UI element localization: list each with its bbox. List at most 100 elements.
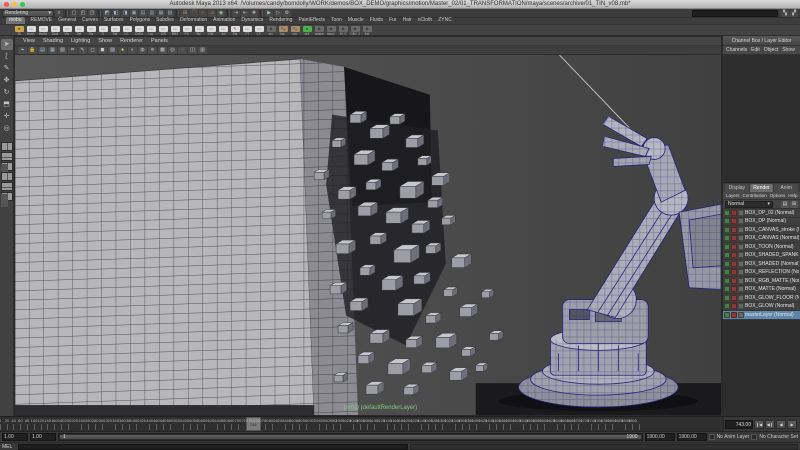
- select-by-object-icon[interactable]: ◧: [112, 10, 120, 17]
- select-tool[interactable]: ➤: [1, 39, 13, 50]
- render-current-frame-icon[interactable]: ▶: [265, 10, 273, 17]
- channel-box-menu-channels[interactable]: Channels: [726, 47, 747, 53]
- command-input[interactable]: [18, 444, 408, 450]
- shelf-tab-remove[interactable]: REMOVE: [31, 17, 53, 24]
- shelf-button-crv[interactable]: ◆crv: [266, 26, 276, 36]
- animation-end-field[interactable]: 1900.00: [677, 433, 707, 441]
- snap-to-grid-icon[interactable]: ⊞: [181, 10, 189, 17]
- paint-select-tool[interactable]: ✎: [1, 63, 13, 74]
- layer-visibility-toggle[interactable]: [731, 295, 737, 301]
- blend-mode-dropdown[interactable]: Normal ▾: [725, 201, 773, 208]
- shelf-tab-hair[interactable]: Hair: [403, 17, 412, 24]
- layer-renderable-toggle[interactable]: [724, 218, 730, 224]
- grease-pencil-icon[interactable]: ✎: [78, 47, 87, 54]
- show-ui-elements-icon[interactable]: ≡: [55, 10, 63, 17]
- layer-visibility-toggle[interactable]: [731, 261, 737, 267]
- layer-renderable-toggle[interactable]: [724, 227, 730, 233]
- layer-swatch[interactable]: [738, 295, 744, 301]
- universal-manipulator-tool[interactable]: ✛: [1, 111, 13, 122]
- new-render-layer-icon[interactable]: ⊞: [790, 201, 798, 208]
- character-set-label[interactable]: No Character Set: [759, 434, 798, 440]
- smooth-shade-icon[interactable]: ◼: [98, 47, 107, 54]
- playback-start-field[interactable]: 1.00: [30, 433, 56, 441]
- character-set-toggle[interactable]: [751, 434, 757, 440]
- current-time-field[interactable]: 743.00: [725, 420, 753, 429]
- shelf-button-ptx[interactable]: ●ptX: [302, 26, 312, 36]
- anim-layer-toggle[interactable]: [709, 434, 715, 440]
- channel-box-menu-show[interactable]: Show: [782, 47, 795, 53]
- shelf-tab-toon[interactable]: Toon: [331, 17, 342, 24]
- anim-layer-label[interactable]: No Anim Layer: [717, 434, 750, 440]
- panel-menu-panels[interactable]: Panels: [151, 38, 168, 44]
- layer-visibility-toggle[interactable]: [731, 286, 737, 292]
- range-slider-bar[interactable]: 1 1900: [58, 433, 643, 441]
- viewport-3d-scene[interactable]: persp (defaultRenderLayer): [15, 55, 721, 415]
- render-settings-icon[interactable]: ⚙: [283, 10, 291, 17]
- shelf-tab-surfaces[interactable]: Surfaces: [104, 17, 124, 24]
- make-live-icon[interactable]: ◉: [217, 10, 225, 17]
- open-scene-icon[interactable]: ◰: [79, 10, 87, 17]
- layer-menu-help[interactable]: Help: [788, 193, 797, 198]
- step-back-frame-button[interactable]: ◀: [776, 420, 786, 429]
- render-layer-row[interactable]: BOX_SHADED_SPANK (Normal): [723, 252, 800, 261]
- 2d-pan-zoom-icon[interactable]: ⌗: [68, 47, 77, 54]
- multisample-aa-icon[interactable]: ▩: [158, 47, 167, 54]
- command-language-toggle[interactable]: MEL: [2, 444, 16, 450]
- motion-blur-icon[interactable]: ≋: [148, 47, 157, 54]
- layer-visibility-toggle[interactable]: [731, 278, 737, 284]
- shelf-tab-curves[interactable]: Curves: [82, 17, 98, 24]
- shelf-button-bv[interactable]: ▭BV: [194, 26, 204, 36]
- render-layer-row[interactable]: BOX_TOON (Normal): [723, 243, 800, 252]
- shelf-button-bbx[interactable]: ▭BBX: [170, 26, 180, 36]
- panel-menu-lighting[interactable]: Lighting: [71, 38, 90, 44]
- new-scene-icon[interactable]: ▢: [70, 10, 78, 17]
- wireframe-icon[interactable]: ◻: [88, 47, 97, 54]
- mask-curves-icon[interactable]: ▥: [148, 10, 156, 17]
- render-layer-row[interactable]: BOX_GLOW_FLOOR (Normal): [723, 294, 800, 303]
- shelf-tab-animation[interactable]: Animation: [213, 17, 235, 24]
- layer-swatch[interactable]: [738, 286, 744, 292]
- mask-dynamics-icon[interactable]: ▧: [166, 10, 174, 17]
- layer-visibility-toggle[interactable]: [731, 227, 737, 233]
- layer-visibility-toggle[interactable]: [731, 210, 737, 216]
- isolate-select-icon[interactable]: ◌: [178, 47, 187, 54]
- layout-preset-button-1[interactable]: [1, 142, 13, 151]
- show-channel-box-icon[interactable]: ▚: [781, 10, 789, 17]
- layer-renderable-toggle[interactable]: [724, 312, 730, 318]
- bookmark-icon[interactable]: ▦: [48, 47, 57, 54]
- quick-selection-input[interactable]: [692, 10, 778, 17]
- depth-of-field-icon[interactable]: ◎: [168, 47, 177, 54]
- layer-swatch[interactable]: [738, 269, 744, 275]
- panel-menu-view[interactable]: View: [23, 38, 35, 44]
- shelf-tab-muscle[interactable]: Muscle: [348, 17, 364, 24]
- rotate-tool[interactable]: ↻: [1, 87, 13, 98]
- layer-tab-anim[interactable]: Anim: [774, 184, 798, 192]
- shelf-tab-subdivs[interactable]: Subdivs: [156, 17, 174, 24]
- layer-visibility-toggle[interactable]: [731, 269, 737, 275]
- layout-preset-button-3[interactable]: [1, 162, 13, 171]
- menu-set-dropdown[interactable]: Rendering ▾: [2, 10, 54, 17]
- layer-renderable-toggle[interactable]: [724, 269, 730, 275]
- layer-renderable-toggle[interactable]: [724, 286, 730, 292]
- shelf-button-ext[interactable]: ◆Ext: [362, 26, 372, 36]
- shelf-button-lnk[interactable]: 🐾lnk: [278, 26, 288, 36]
- range-slider-handle[interactable]: 1 1900: [60, 435, 641, 439]
- layout-preset-button-4[interactable]: [1, 172, 13, 181]
- shelf-button-sl[interactable]: ▰SL: [14, 26, 24, 36]
- soft-modification-tool[interactable]: ◎: [1, 123, 13, 134]
- layer-renderable-toggle[interactable]: [724, 303, 730, 309]
- render-layer-row[interactable]: BOX_REFLECTION (Normal): [723, 269, 800, 278]
- shelf-button-sel[interactable]: ▭Sel: [74, 26, 84, 36]
- shelf-button-ft[interactable]: ▭FT: [242, 26, 252, 36]
- layout-preset-button-6[interactable]: [1, 192, 13, 201]
- go-to-start-button[interactable]: ❙◀: [754, 420, 764, 429]
- shelf-button-dis[interactable]: ▭Dis: [86, 26, 96, 36]
- camera-lock-icon[interactable]: 🔒: [28, 47, 37, 54]
- shelf-tab-rendering[interactable]: Rendering: [269, 17, 292, 24]
- layer-swatch[interactable]: [738, 303, 744, 309]
- show-attribute-editor-icon[interactable]: ▞: [790, 10, 798, 17]
- render-layer-row[interactable]: BOX_CANVAS_stroke (Normal): [723, 226, 800, 235]
- panel-menu-show[interactable]: Show: [98, 38, 112, 44]
- render-layer-row[interactable]: BOX_RGB_MATTE (Normal): [723, 277, 800, 286]
- shelf-button-cm[interactable]: 🐾cm: [290, 26, 300, 36]
